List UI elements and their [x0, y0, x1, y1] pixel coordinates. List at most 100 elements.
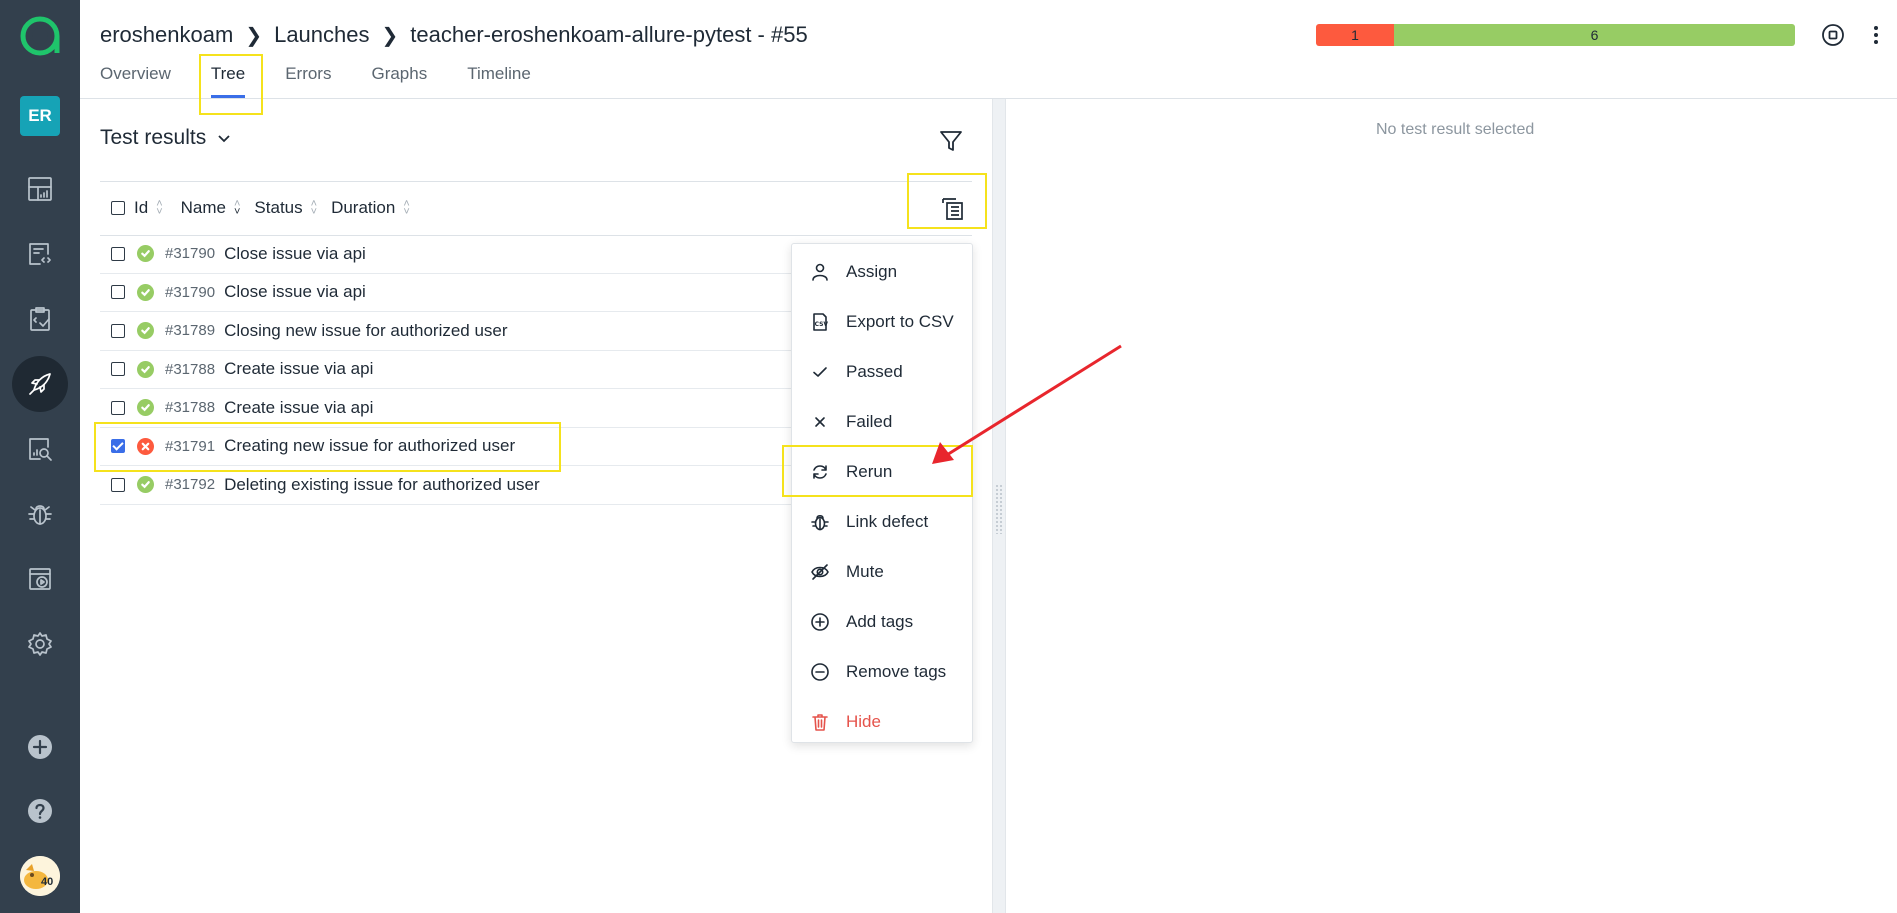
sidebar-item-defects[interactable]	[12, 486, 68, 542]
status-failed-segment: 1	[1316, 24, 1394, 46]
row-checkbox[interactable]	[111, 246, 125, 261]
help-icon	[28, 799, 52, 823]
plus-circle-icon	[28, 735, 52, 759]
sidebar-help-button[interactable]	[12, 783, 68, 839]
row-id: #31788	[165, 399, 216, 417]
bulk-actions-button[interactable]	[936, 192, 970, 224]
menu-item-label: Failed	[846, 412, 893, 431]
column-status[interactable]: Status ˄ ˅	[254, 198, 317, 218]
menu-item-mute[interactable]: Mute	[792, 552, 972, 592]
project-avatar[interactable]: ER	[20, 96, 60, 136]
menu-item-assign[interactable]: Assign	[792, 252, 972, 292]
menu-item-label: Export to CSV	[846, 312, 954, 331]
menu-item-failed[interactable]: Failed	[792, 402, 972, 442]
dashboard-icon	[28, 177, 52, 201]
launch-tabs: Overview Tree Errors Graphs Timeline	[100, 64, 571, 98]
row-name: Closing new issue for authorized user	[224, 320, 508, 340]
sidebar-item-test-plans[interactable]	[12, 291, 68, 347]
menu-item-export-to-csv[interactable]: CSV Export to CSV	[792, 302, 972, 342]
table-header: Id ˄ ˅ Name ˄ ˅ Status ˄ ˅ Duration ˄ ˅	[100, 190, 972, 226]
bulk-actions-icon	[942, 198, 963, 220]
column-status-label: Status	[254, 198, 303, 217]
row-checkbox[interactable]	[111, 439, 125, 454]
menu-item-add-tags[interactable]: Add tags	[792, 602, 972, 642]
sidebar-item-launches[interactable]	[12, 356, 68, 412]
row-id: #31789	[165, 322, 216, 340]
stop-circle-icon	[1822, 24, 1844, 46]
sidebar-item-settings[interactable]	[12, 616, 68, 672]
menu-item-hide[interactable]: Hide	[792, 702, 972, 742]
tab-graphs[interactable]: Graphs	[371, 64, 427, 98]
launch-status-bar[interactable]: 1 6	[1316, 24, 1795, 46]
menu-item-label: Assign	[846, 262, 898, 281]
more-menu-button[interactable]	[1866, 20, 1886, 50]
row-id: #31790	[165, 245, 216, 263]
sidebar: ER 40	[0, 0, 80, 913]
menu-item-label: Remove tags	[846, 662, 947, 681]
menu-item-label: Mute	[846, 562, 884, 581]
tab-errors[interactable]: Errors	[285, 64, 331, 98]
more-vertical-icon	[1874, 26, 1878, 44]
user-avatar-badge: 40	[41, 876, 54, 888]
column-id-label: Id	[134, 198, 149, 217]
tab-tree[interactable]: Tree	[210, 64, 246, 98]
menu-item-label: Passed	[846, 362, 903, 381]
row-id: #31788	[165, 360, 216, 378]
menu-item-rerun[interactable]: Rerun	[792, 452, 972, 492]
chevron-down-icon	[218, 135, 230, 143]
row-checkbox[interactable]	[111, 285, 125, 300]
analytics-icon	[29, 438, 52, 461]
csv-icon: CSV	[810, 312, 830, 332]
row-checkbox[interactable]	[111, 323, 125, 338]
row-name: Creating new issue for authorized user	[224, 436, 516, 456]
panel-title: Test results	[100, 126, 207, 149]
row-name: Close issue via api	[224, 282, 366, 302]
row-name: Create issue via api	[224, 397, 374, 417]
x-icon	[810, 412, 830, 432]
sidebar-item-dashboards[interactable]	[12, 161, 68, 217]
column-name-label: Name	[180, 198, 226, 217]
sidebar-add-button[interactable]	[12, 719, 68, 775]
sidebar-item-analytics[interactable]	[12, 421, 68, 477]
sort-icon: ˄ ˅	[156, 198, 163, 218]
row-name: Deleting existing issue for authorized u…	[224, 474, 540, 494]
menu-item-remove-tags[interactable]: Remove tags	[792, 652, 972, 692]
menu-item-label: Add tags	[846, 612, 914, 631]
trash-icon	[810, 712, 830, 732]
column-id[interactable]: Id ˄ ˅	[134, 198, 163, 218]
refresh-icon	[810, 462, 830, 482]
menu-item-passed[interactable]: Passed	[792, 352, 972, 392]
sort-icon: ˄ ˅	[310, 198, 318, 218]
row-name: Create issue via api	[224, 359, 374, 379]
chevron-right-icon: ❯	[245, 24, 263, 47]
passed-status-icon	[137, 360, 154, 378]
filter-button[interactable]	[938, 128, 966, 156]
stop-launch-button[interactable]	[1818, 20, 1848, 50]
menu-item-link-defect[interactable]: Link defect	[792, 502, 972, 542]
breadcrumb-launches[interactable]: Launches	[274, 22, 369, 48]
row-checkbox[interactable]	[111, 477, 125, 492]
column-name[interactable]: Name ˄ ˅	[181, 198, 241, 218]
sidebar-item-jobs[interactable]	[12, 551, 68, 607]
test-results-dropdown[interactable]: Test results	[100, 126, 232, 150]
breadcrumb-org[interactable]: eroshenkoam	[100, 22, 233, 48]
failed-status-icon	[137, 437, 154, 455]
table-top-border	[100, 181, 972, 182]
splitter-grip-icon[interactable]	[995, 484, 1003, 534]
breadcrumb-launch: teacher-eroshenkoam-allure-pytest - #55	[410, 22, 808, 47]
column-duration[interactable]: Duration ˄ ˅	[331, 198, 410, 218]
row-id: #31792	[165, 476, 216, 494]
plus-circle-icon	[810, 612, 830, 632]
bug-icon	[810, 512, 830, 532]
tab-timeline[interactable]: Timeline	[467, 64, 531, 98]
menu-item-label: Hide	[846, 712, 881, 731]
row-checkbox[interactable]	[111, 400, 125, 415]
sidebar-item-test-cases[interactable]	[12, 226, 68, 282]
status-passed-segment: 6	[1394, 24, 1795, 46]
allure-logo-icon[interactable]	[20, 16, 60, 56]
select-all-checkbox[interactable]	[111, 201, 125, 215]
tab-overview[interactable]: Overview	[100, 64, 171, 98]
row-checkbox[interactable]	[111, 362, 125, 377]
user-avatar[interactable]: 40	[20, 856, 60, 896]
passed-status-icon	[137, 283, 154, 301]
